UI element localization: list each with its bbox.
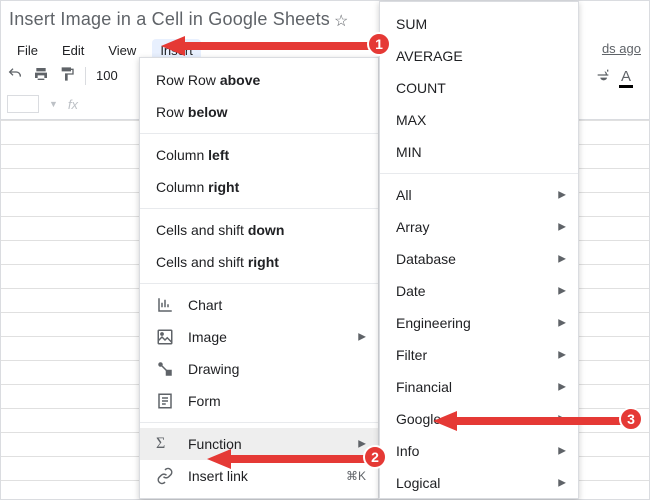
function-icon: Σ — [156, 435, 174, 453]
annotation-arrow-2 — [207, 447, 377, 471]
callout-3: 3 — [619, 407, 643, 431]
func-all[interactable]: All▶ — [380, 179, 578, 211]
keyboard-shortcut: ⌘K — [346, 469, 366, 483]
func-average[interactable]: AVERAGE — [380, 40, 578, 72]
undo-icon[interactable] — [7, 66, 23, 85]
func-info[interactable]: Info▶ — [380, 435, 578, 467]
submenu-arrow-icon: ▶ — [558, 190, 566, 201]
paint-format-icon[interactable] — [59, 66, 75, 85]
menu-column-right[interactable]: Column right — [140, 171, 378, 203]
strikethrough-icon[interactable] — [595, 67, 611, 86]
submenu-arrow-icon: ▶ — [358, 332, 366, 343]
menu-separator — [140, 133, 378, 134]
func-sum[interactable]: SUM — [380, 8, 578, 40]
menu-item-label: Chart — [188, 297, 222, 313]
name-box-dropdown-icon[interactable]: ▼ — [49, 99, 58, 109]
document-title[interactable]: Insert Image in a Cell in Google Sheets — [9, 9, 330, 30]
submenu-arrow-icon: ▶ — [558, 318, 566, 329]
star-icon[interactable]: ☆ — [334, 11, 348, 31]
submenu-arrow-icon: ▶ — [558, 286, 566, 297]
callout-1: 1 — [367, 32, 391, 56]
annotation-arrow-3 — [433, 409, 633, 433]
menu-separator — [140, 422, 378, 423]
drawing-icon — [156, 360, 174, 378]
text-format-tools: A — [595, 67, 631, 86]
submenu-arrow-icon: ▶ — [558, 350, 566, 361]
formula-bar: ▼ fx — [7, 95, 78, 113]
func-array[interactable]: Array▶ — [380, 211, 578, 243]
image-icon — [156, 328, 174, 346]
toolbar: 100 — [7, 66, 118, 85]
func-engineering[interactable]: Engineering▶ — [380, 307, 578, 339]
text-color-icon[interactable]: A — [621, 68, 631, 85]
menu-row-below[interactable]: Row below — [140, 96, 378, 128]
link-icon — [156, 467, 174, 485]
submenu-arrow-icon: ▶ — [558, 478, 566, 489]
menu-item-label: Drawing — [188, 361, 239, 377]
func-database[interactable]: Database▶ — [380, 243, 578, 275]
func-logical[interactable]: Logical▶ — [380, 467, 578, 499]
func-min[interactable]: MIN — [380, 136, 578, 168]
insert-dropdown-menu: Row Row aboveRow above Row below Column … — [139, 57, 379, 499]
annotation-arrow-1 — [161, 34, 381, 58]
func-filter[interactable]: Filter▶ — [380, 339, 578, 371]
submenu-arrow-icon: ▶ — [558, 382, 566, 393]
menu-cells-right[interactable]: Cells and shift right — [140, 246, 378, 278]
menu-separator — [140, 283, 378, 284]
zoom-selector[interactable]: 100 — [96, 68, 118, 83]
print-icon[interactable] — [33, 66, 49, 85]
menu-separator — [140, 208, 378, 209]
menu-column-left[interactable]: Column left — [140, 139, 378, 171]
menu-drawing[interactable]: Drawing — [140, 353, 378, 385]
menu-view[interactable]: View — [100, 39, 144, 62]
chart-icon — [156, 296, 174, 314]
form-icon — [156, 392, 174, 410]
last-edit-link[interactable]: ds ago — [602, 41, 641, 56]
func-financial[interactable]: Financial▶ — [380, 371, 578, 403]
func-max[interactable]: MAX — [380, 104, 578, 136]
func-date[interactable]: Date▶ — [380, 275, 578, 307]
callout-2: 2 — [363, 445, 387, 469]
submenu-arrow-icon: ▶ — [558, 446, 566, 457]
menu-item-label: Form — [188, 393, 221, 409]
submenu-arrow-icon: ▶ — [558, 254, 566, 265]
menu-image[interactable]: Image ▶ — [140, 321, 378, 353]
toolbar-separator — [85, 67, 86, 85]
menu-separator — [380, 173, 578, 174]
name-box[interactable] — [7, 95, 39, 113]
menu-item-label: Image — [188, 329, 227, 345]
submenu-arrow-icon: ▶ — [558, 222, 566, 233]
menu-cells-down[interactable]: Cells and shift down — [140, 214, 378, 246]
menu-file[interactable]: File — [9, 39, 46, 62]
func-count[interactable]: COUNT — [380, 72, 578, 104]
fx-icon: fx — [68, 97, 78, 112]
menu-edit[interactable]: Edit — [54, 39, 92, 62]
menu-form[interactable]: Form — [140, 385, 378, 417]
menu-row-above[interactable]: Row Row aboveRow above — [140, 64, 378, 96]
menu-chart[interactable]: Chart — [140, 289, 378, 321]
